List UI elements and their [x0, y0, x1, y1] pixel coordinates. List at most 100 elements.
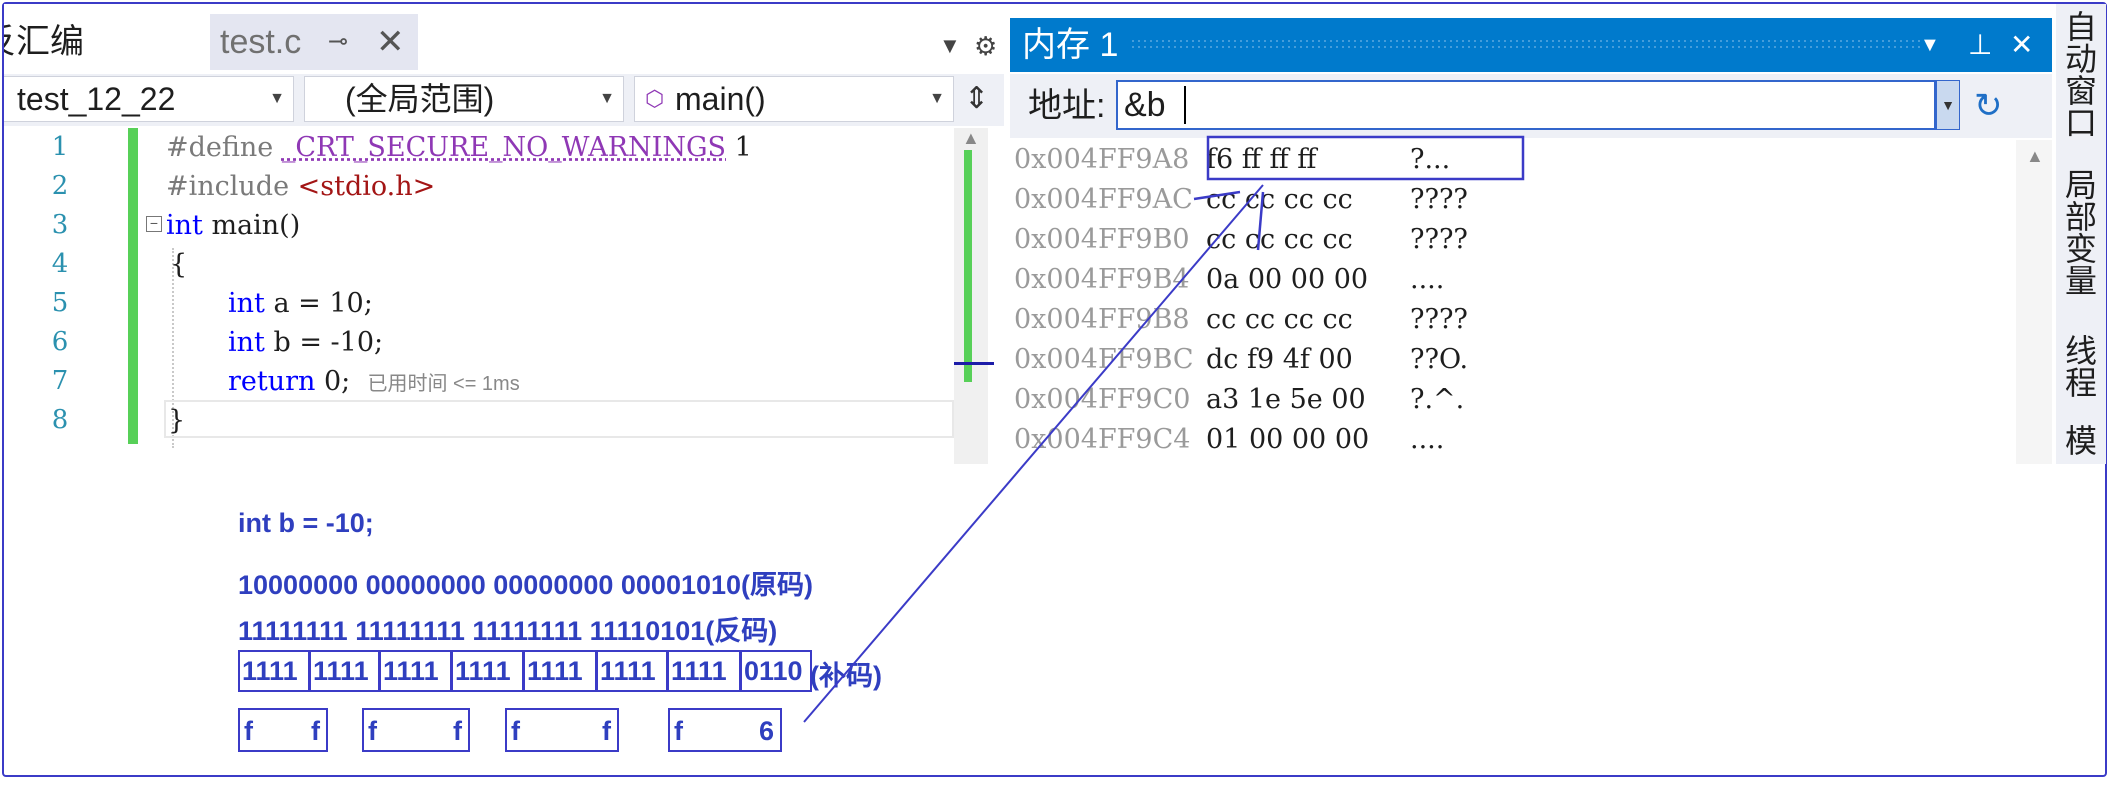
twos-group-box: 1111	[309, 650, 380, 692]
navigation-bar: test_12_22 ▼ (全局范围) ▼ ⬡ main() ▼ ⇕	[4, 74, 1004, 126]
refresh-icon[interactable]: ↻	[1974, 74, 2003, 138]
nibble-pair-box: ff	[362, 708, 470, 752]
twos-group-box: 1111	[238, 650, 310, 692]
window-menu-icon[interactable]: ▼	[1920, 18, 1940, 72]
memory-address: 0x004FF9B4	[1014, 264, 1190, 295]
twos-suffix: (补码)	[810, 661, 882, 691]
nibble-high: f	[368, 716, 377, 746]
memory-hex-bytes: 01 00 00 00	[1206, 424, 1370, 455]
nibble-pair-box: f6	[668, 708, 782, 752]
twos-group-text: 1111	[313, 656, 369, 686]
code-line-1: #define _CRT_SECURE_NO_WARNINGS 1	[166, 132, 752, 163]
memory-hex-bytes: 0a 00 00 00	[1206, 264, 1369, 295]
side-tab-autos[interactable]: 自动窗口	[2061, 10, 2102, 138]
function-combo[interactable]: ⬡ main() ▼	[634, 76, 954, 122]
nibble-low: f	[311, 716, 320, 746]
memory-ascii: ????	[1410, 304, 1468, 335]
line-number: 6	[51, 327, 69, 357]
line-number: 8	[51, 405, 69, 435]
memory-address: 0x004FF9BC	[1014, 344, 1194, 375]
memory-grid[interactable]: ▲ 0x004FF9A8 f6 ff ff ff?... 0x004FF9AC cc …	[1010, 140, 2052, 464]
memory-ascii: ....	[1410, 264, 1445, 295]
code-area[interactable]: 1 2 3 4 5 6 7 8 − #define _CRT_SECURE_NO…	[4, 128, 1004, 464]
side-tab-threads[interactable]: 线程	[2061, 334, 2102, 398]
nibble-low: 6	[758, 716, 774, 746]
twos-group-box: 1111	[379, 650, 452, 692]
tab-list-dropdown-icon[interactable]: ▼	[939, 18, 961, 74]
annotation-sign-magnitude: 10000000 00000000 00000000 00001010(原码)	[238, 570, 814, 600]
line-number: 7	[51, 366, 69, 396]
function-cube-icon: ⬡	[645, 86, 665, 111]
memory-address: 0x004FF9C4	[1014, 424, 1191, 455]
memory-address: 0x004FF9A8	[1014, 144, 1190, 175]
memory-hex-bytes: cc cc cc cc	[1206, 224, 1353, 255]
nibble-pair-box: ff	[238, 708, 328, 752]
twos-group-text: 1111	[455, 656, 511, 686]
memory-ascii: ????	[1410, 184, 1468, 215]
gear-icon[interactable]: ⚙	[974, 18, 997, 74]
memory-address: 0x004FF9B0	[1014, 224, 1190, 255]
memory-address: 0x004FF9AC	[1014, 184, 1193, 215]
memory-hex-bytes: a3 1e 5e 00	[1206, 384, 1366, 415]
current-line-highlight	[164, 400, 954, 438]
split-window-icon[interactable]: ⇕	[964, 78, 989, 120]
scrollbar-caret-marker	[954, 362, 994, 365]
line-number: 4	[51, 249, 69, 279]
collapse-icon[interactable]: −	[146, 216, 162, 232]
code-line-8: }	[168, 405, 186, 436]
annotation-ones-complement: 11111111 11111111 11111111 11110101(反码)	[238, 616, 778, 646]
titlebar-grip[interactable]	[1130, 38, 1920, 52]
memory-ascii: ??O.	[1410, 344, 1469, 375]
memory-ascii: ....	[1410, 424, 1445, 455]
line-number: 2	[51, 171, 69, 201]
nibble-high: f	[244, 716, 253, 746]
chevron-down-icon: ▼	[269, 90, 285, 107]
memory-window: 内存 1 ▼ ⊥ ✕ 地址: &b ▼ ↻ ▲ 0x004FF9A8 f6 ff …	[1010, 18, 2052, 464]
chevron-down-icon[interactable]: ▼	[1936, 80, 1960, 130]
editor-scrollbar[interactable]: ▲	[954, 128, 994, 464]
address-bar: 地址: &b ▼ ↻	[1010, 74, 2052, 138]
side-tab-modules[interactable]: 模	[2061, 424, 2102, 456]
twos-group-text: 1111	[242, 656, 298, 686]
function-combo-label: main()	[675, 81, 766, 117]
memory-hex-bytes: cc cc cc cc	[1206, 304, 1353, 335]
scope-combo[interactable]: (全局范围) ▼	[304, 76, 624, 122]
memory-address: 0x004FF9C0	[1014, 384, 1191, 415]
twos-group-box: 1111	[523, 650, 597, 692]
memory-hex-bytes: f6 ff ff ff	[1206, 144, 1317, 175]
twos-group-text: 0110	[744, 656, 803, 686]
tab-test-c[interactable]: test.c ⊸ ✕	[210, 14, 418, 70]
line-number: 1	[51, 132, 69, 162]
address-value: &b	[1124, 86, 1166, 124]
nibble-high: f	[674, 716, 683, 746]
memory-ascii: ?.^.	[1410, 384, 1465, 415]
address-input[interactable]: &b	[1116, 80, 1936, 130]
scroll-up-icon[interactable]: ▲	[2026, 146, 2044, 167]
memory-scrollbar[interactable]: ▲	[2016, 140, 2052, 464]
scroll-up-icon[interactable]: ▲	[962, 128, 980, 149]
close-icon[interactable]: ✕	[2010, 18, 2033, 72]
text-caret	[1184, 86, 1186, 124]
code-line-6: int b = -10;	[228, 327, 384, 358]
close-icon[interactable]: ✕	[376, 14, 405, 70]
nibble-pair-box: ff	[505, 708, 619, 752]
twos-group-box: 1111	[451, 650, 524, 692]
side-tab-locals[interactable]: 局部变量	[2061, 168, 2102, 296]
line-number-gutter: 1 2 3 4 5 6 7 8	[4, 128, 100, 464]
code-line-4: {	[170, 249, 188, 280]
code-line-7: return 0; 已用时间 <= 1ms	[228, 366, 520, 397]
line-number: 5	[51, 288, 69, 318]
change-tracking-bar	[128, 128, 138, 444]
twos-group-box: 1111	[596, 650, 668, 692]
memory-window-titlebar: 内存 1 ▼ ⊥ ✕	[1010, 18, 2052, 72]
pin-icon[interactable]: ⊸	[328, 14, 348, 70]
tab-disassembly[interactable]: 反汇编	[4, 14, 84, 70]
memory-hex-bytes: dc f9 4f 00	[1206, 344, 1353, 375]
elapsed-time-hint: 已用时间 <= 1ms	[367, 373, 520, 395]
pin-icon[interactable]: ⊥	[1968, 18, 1992, 72]
nibble-high: f	[511, 716, 520, 746]
tab-label: test.c	[220, 23, 302, 61]
project-combo[interactable]: test_12_22 ▼	[4, 76, 294, 122]
chevron-down-icon: ▼	[929, 90, 945, 107]
project-combo-label: test_12_22	[17, 81, 176, 117]
